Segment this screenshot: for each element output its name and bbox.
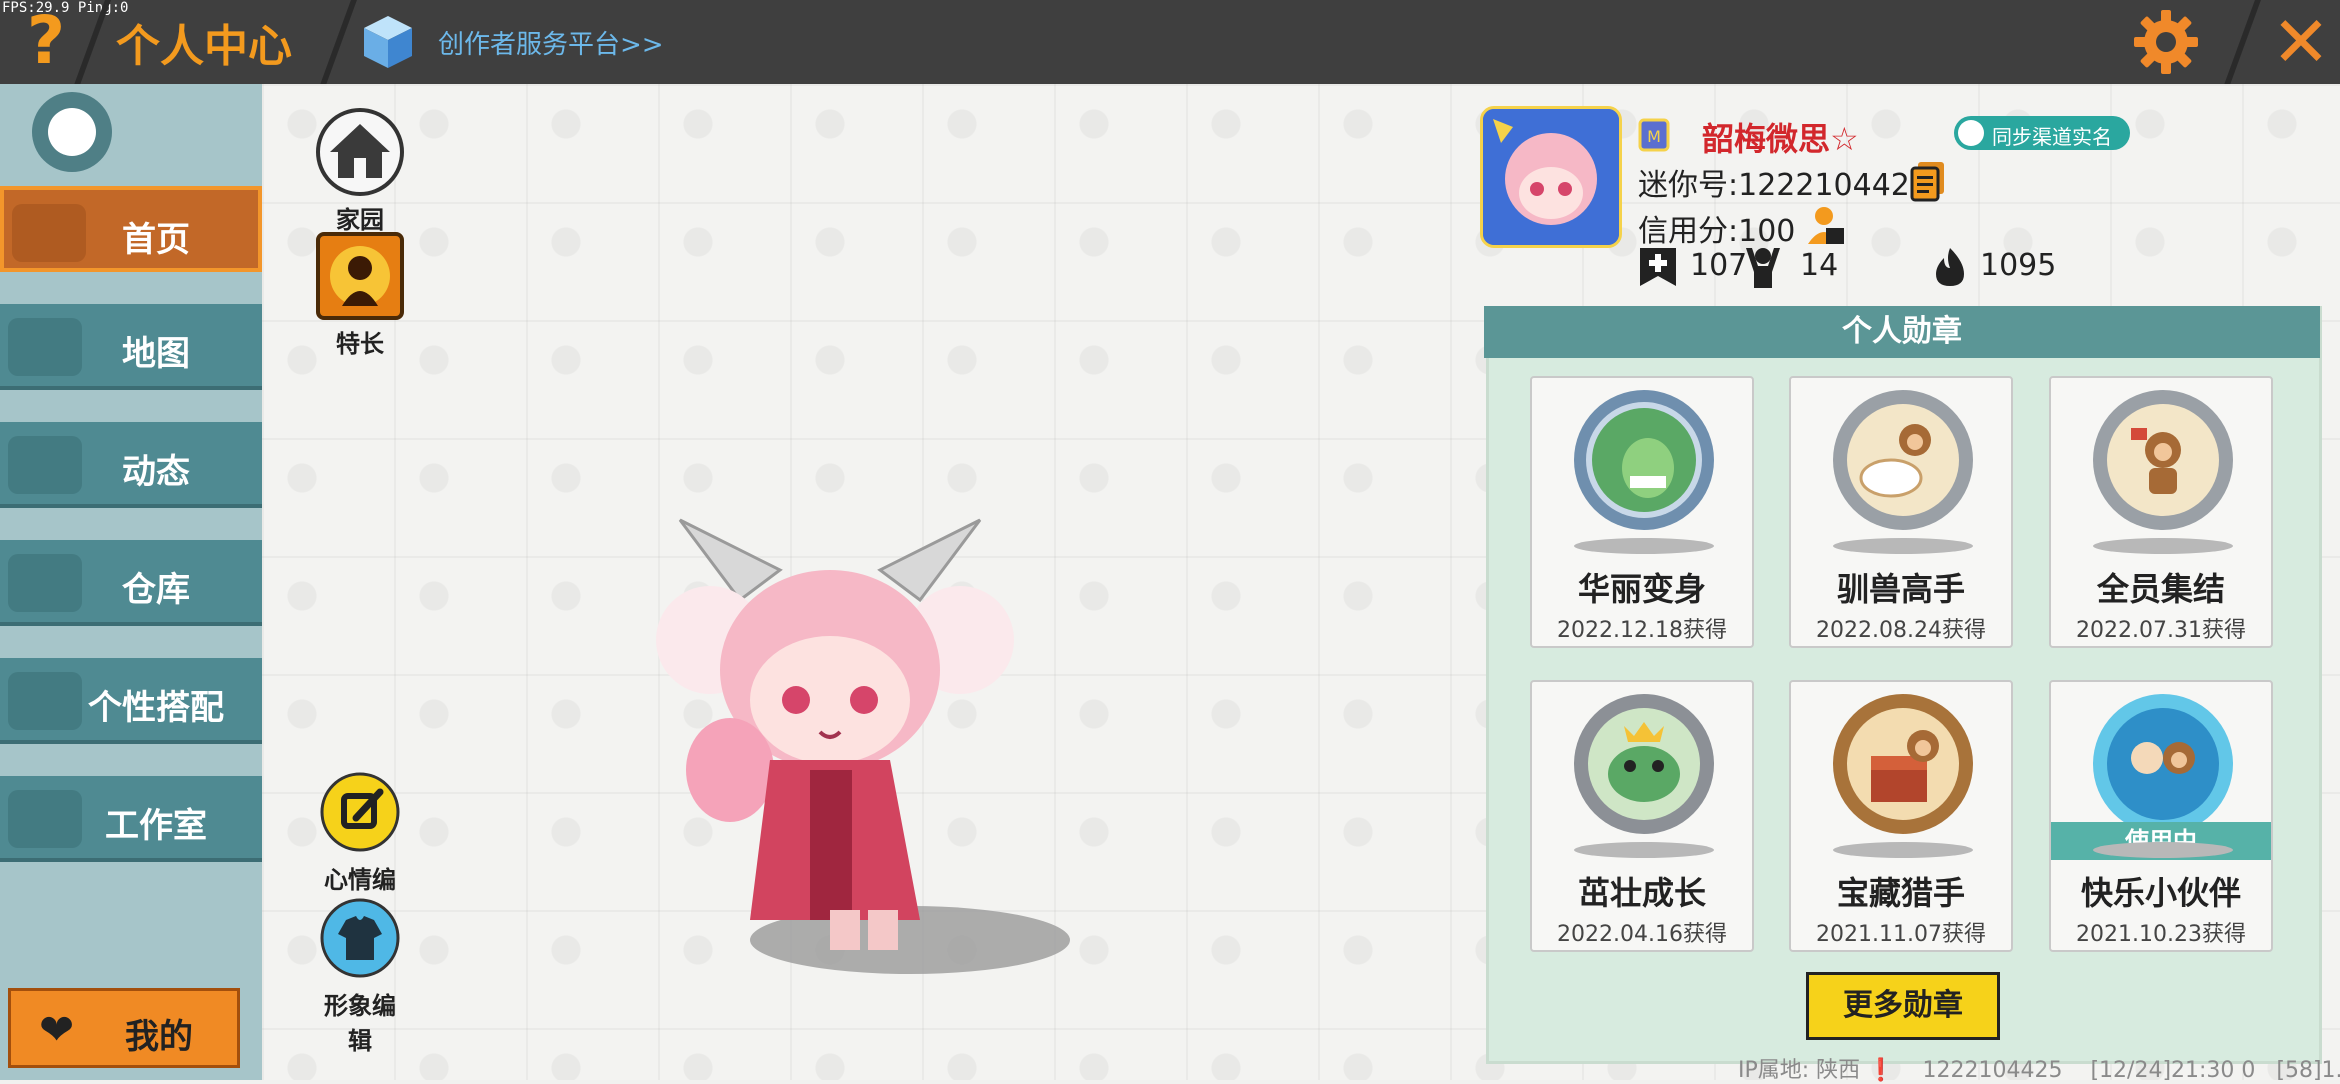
talent-label: 特长 — [336, 330, 384, 358]
like-plus-icon — [1638, 246, 1678, 288]
sidebar-item-home[interactable]: 首页 — [0, 186, 262, 272]
sidebar-item-label: 地图 — [122, 334, 190, 374]
look-edit-label: 形象编辑 — [324, 992, 396, 1055]
realname-label: 同步渠道实名 — [1992, 125, 2112, 149]
user-icon — [1958, 120, 1984, 146]
medal-name: 茁壮成长 — [1577, 874, 1706, 912]
medal-shadow — [2093, 538, 2233, 554]
page-title: 个人中心 — [116, 21, 292, 72]
sidebar-item-map[interactable]: 地图 — [0, 304, 262, 390]
creator-platform-link[interactable]: 创作者服务平台>> — [438, 24, 664, 61]
talent-icon — [316, 232, 404, 320]
popularity-count: 1095 — [1980, 248, 2057, 283]
medal-name: 宝藏猎手 — [1836, 874, 1965, 912]
sidebar-item-studio[interactable]: 工作室 — [0, 776, 262, 862]
medal-buddy-icon — [2091, 692, 2235, 836]
medal-shadow — [2093, 842, 2233, 858]
sidebar-item-outfit[interactable]: 个性搭配 — [0, 658, 262, 744]
medal-shadow — [1833, 538, 1973, 554]
medal-card[interactable]: 宝藏猎手 2021.11.07获得 — [1789, 680, 2013, 952]
talent-tool[interactable]: 特长 — [314, 232, 406, 359]
cube-icon[interactable] — [362, 14, 414, 70]
medal-date: 2021.10.23获得 — [2076, 922, 2246, 947]
vip-badge-icon: M — [1638, 118, 1670, 152]
realname-sync-button[interactable]: 同步渠道实名 — [1954, 116, 2130, 150]
medal-card[interactable]: 使用中 快乐小伙伴 2021.10.23获得 — [2049, 680, 2273, 952]
followers-count: 14 — [1800, 248, 1839, 283]
avatar[interactable] — [1480, 106, 1622, 248]
home-tool[interactable]: 家园 — [314, 108, 406, 235]
medal-name: 华丽变身 — [1577, 570, 1706, 608]
medal-shadow — [1574, 842, 1714, 858]
medal-date: 2022.04.16获得 — [1557, 922, 1727, 947]
sidebar-item-label: 个性搭配 — [88, 688, 224, 728]
medal-shadow — [1833, 842, 1973, 858]
medal-name: 快乐小伙伴 — [2080, 874, 2241, 912]
mine-label: 我的 — [125, 1017, 193, 1057]
medal-card[interactable]: 茁壮成长 2022.04.16获得 — [1530, 680, 1754, 952]
medal-transform-icon — [1572, 388, 1716, 532]
sidebar-item-warehouse[interactable]: 仓库 — [0, 540, 262, 626]
svg-text:M: M — [1647, 127, 1661, 146]
outfit-icon — [316, 894, 404, 982]
house-icon — [316, 108, 404, 196]
character-avatar[interactable] — [620, 500, 1080, 980]
medal-assemble-icon — [2091, 388, 2235, 532]
likes-count: 107 — [1690, 248, 1748, 283]
medal-treasure-icon — [1831, 692, 1975, 836]
close-button[interactable]: ✕ — [2266, 6, 2336, 78]
help-button[interactable]: ? — [18, 6, 74, 76]
toggle-knob — [48, 108, 96, 156]
medal-card[interactable]: 全员集结 2022.07.31获得 — [2049, 376, 2273, 648]
medal-date: 2022.07.31获得 — [2076, 618, 2246, 643]
medal-date: 2021.11.07获得 — [1816, 922, 1986, 947]
medal-date: 2022.12.18获得 — [1557, 618, 1727, 643]
medal-tamer-icon — [1831, 388, 1975, 532]
medal-name: 全员集结 — [2096, 570, 2225, 608]
credit-user-icon[interactable] — [1804, 204, 1846, 246]
sidebar-item-label: 动态 — [122, 452, 190, 492]
medal-shadow — [1574, 538, 1714, 554]
gear-icon[interactable] — [2132, 8, 2200, 76]
mini-id: 迷你号:1222104425 — [1638, 168, 1929, 203]
sidebar-item-feed[interactable]: 动态 — [0, 422, 262, 508]
followers-icon — [1740, 246, 1780, 288]
sidebar-item-label: 仓库 — [122, 570, 190, 610]
nickname: 韶梅微思☆ — [1702, 120, 1859, 158]
footer-status: IP属地: 陕西 ❗ 1222104425 [12/24]21:30 0 [58… — [1738, 1058, 2340, 1083]
credit-score: 信用分:100 — [1638, 214, 1796, 249]
copy-icon[interactable] — [1910, 160, 1946, 202]
look-edit-tool[interactable]: 形象编辑 — [314, 894, 406, 1056]
medal-growth-icon — [1572, 692, 1716, 836]
more-medals-button[interactable]: 更多勋章 — [1806, 972, 2000, 1040]
edit-icon — [316, 768, 404, 856]
flame-icon — [1930, 246, 1970, 288]
medal-card[interactable]: 驯兽高手 2022.08.24获得 — [1789, 376, 2013, 648]
sidebar-item-label: 工作室 — [105, 806, 207, 846]
medal-date: 2022.08.24获得 — [1816, 618, 1986, 643]
mine-button[interactable]: ❤ 我的 — [8, 988, 240, 1068]
heart-icon: ❤ — [39, 1005, 75, 1054]
medal-name: 驯兽高手 — [1836, 570, 1965, 608]
medal-card[interactable]: 华丽变身 2022.12.18获得 — [1530, 376, 1754, 648]
medal-panel-header: 个人勋章 — [1484, 306, 2320, 358]
home-label: 家园 — [336, 206, 384, 234]
sidebar-item-label: 首页 — [122, 220, 190, 260]
